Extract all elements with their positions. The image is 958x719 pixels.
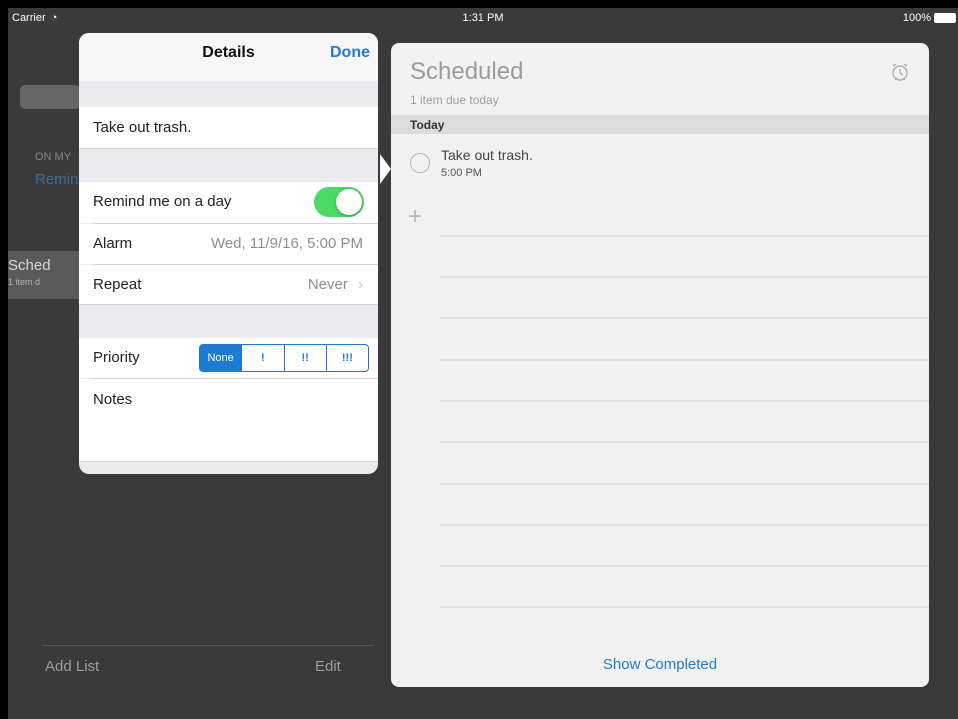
popover-arrow — [380, 154, 391, 184]
divider — [79, 304, 378, 305]
reminder-checkbox[interactable] — [410, 153, 430, 173]
alarm-label: Alarm — [93, 235, 133, 252]
sidebar-item-reminders[interactable]: Remin — [35, 171, 78, 188]
reminder-title-field[interactable]: Take out trash. — [79, 107, 378, 149]
section-header-today: Today — [391, 115, 929, 134]
battery-indicator: 100% — [903, 12, 956, 24]
show-completed-button[interactable]: Show Completed — [391, 656, 929, 673]
priority-label: Priority — [93, 349, 140, 366]
status-time: 1:31 PM — [462, 12, 504, 24]
list-subtitle: 1 item due today — [410, 93, 499, 107]
priority-high-segment[interactable]: !!! — [325, 345, 368, 371]
plus-icon[interactable]: + — [408, 203, 422, 231]
notes-label: Notes — [93, 391, 133, 408]
edit-button[interactable]: Edit — [315, 658, 341, 675]
details-popover: Details Done Take out trash. Remind me o… — [79, 33, 378, 474]
divider — [79, 148, 378, 149]
sidebar-section-header: ON MY — [35, 151, 72, 163]
status-bar: Carrier ◔ 1:31 PM 100% — [8, 8, 958, 28]
ruled-lines — [440, 235, 929, 608]
alarm-clock-icon[interactable] — [889, 61, 911, 83]
battery-icon — [934, 13, 956, 23]
notes-field[interactable]: Notes — [79, 379, 378, 461]
ipad-screen: Carrier ◔ 1:31 PM 100% ON MY Remin Sched… — [8, 8, 958, 719]
list-title: Scheduled — [410, 58, 524, 85]
scheduled-panel: Scheduled 1 item due today Today Take ou… — [391, 43, 929, 687]
alarm-row[interactable]: Alarm Wed, 11/9/16, 5:00 PM — [79, 224, 378, 264]
reminder-time: 5:00 PM — [441, 167, 482, 179]
done-button[interactable]: Done — [330, 44, 370, 62]
remind-day-row: Remind me on a day — [79, 182, 378, 223]
sidebar-item-scheduled-subtitle: 1 item d — [8, 277, 41, 287]
battery-percent: 100% — [902, 12, 931, 24]
search-field[interactable] — [20, 85, 80, 109]
sidebar-item-scheduled[interactable]: Sched — [8, 257, 51, 274]
priority-segmented-control: None ! !! !!! — [199, 344, 369, 372]
reminder-title[interactable]: Take out trash. — [441, 147, 533, 163]
divider — [79, 461, 378, 462]
remind-day-toggle[interactable] — [314, 187, 364, 217]
alarm-value: Wed, 11/9/16, 5:00 PM — [210, 235, 363, 252]
add-list-button[interactable]: Add List — [45, 658, 99, 675]
repeat-row[interactable]: Repeat Never › — [79, 265, 378, 305]
toggle-knob — [336, 189, 362, 215]
reminder-title-value[interactable]: Take out trash. — [93, 119, 191, 136]
priority-low-segment[interactable]: ! — [241, 345, 283, 371]
sidebar-divider — [43, 645, 373, 646]
priority-medium-segment[interactable]: !! — [283, 345, 326, 371]
priority-row: Priority None ! !! !!! — [79, 338, 378, 378]
repeat-value: Never — [307, 276, 348, 293]
priority-none-segment[interactable]: None — [200, 345, 242, 371]
popover-nav-bar: Details Done — [79, 33, 378, 81]
repeat-value-wrap: Never › — [308, 276, 363, 293]
remind-day-label: Remind me on a day — [93, 193, 232, 210]
repeat-label: Repeat — [93, 276, 142, 293]
chevron-right-icon: › — [358, 276, 363, 293]
